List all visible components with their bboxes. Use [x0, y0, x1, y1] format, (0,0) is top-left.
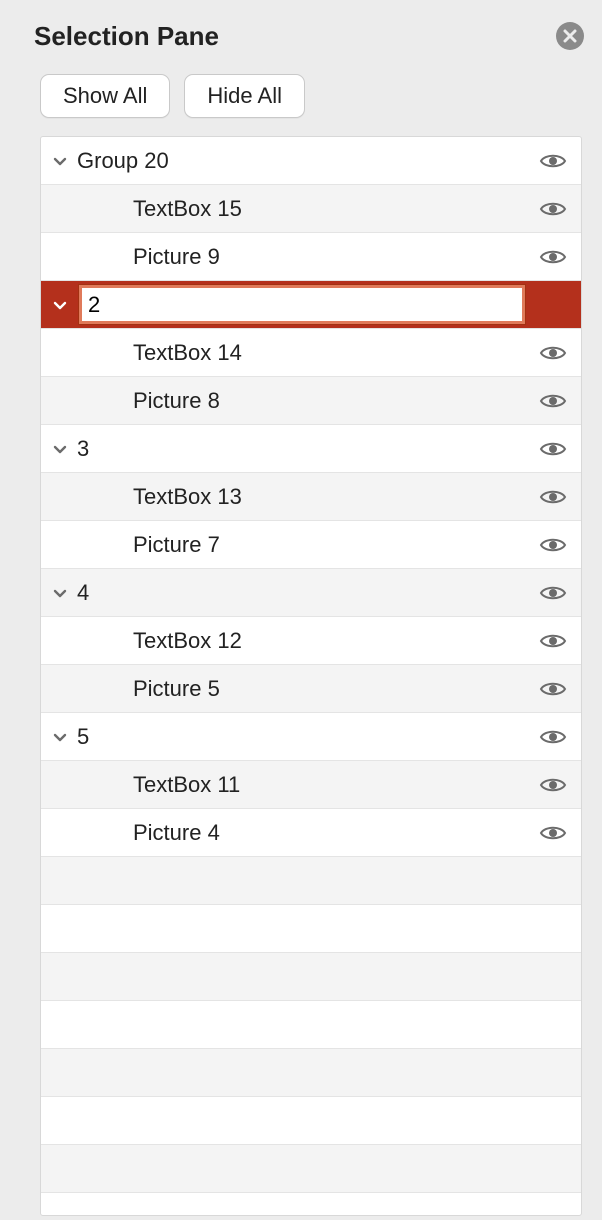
item-label: TextBox 12 — [73, 628, 525, 654]
visibility-toggle[interactable] — [525, 482, 581, 512]
expand-toggle[interactable] — [41, 153, 73, 169]
close-button[interactable] — [556, 22, 584, 50]
group-row[interactable] — [41, 281, 581, 329]
item-label: 5 — [73, 724, 525, 750]
rename-input[interactable] — [79, 285, 525, 324]
group-row[interactable]: Group 20 — [41, 137, 581, 185]
expand-toggle[interactable] — [41, 729, 73, 745]
item-label: TextBox 11 — [73, 772, 525, 798]
visibility-toggle[interactable] — [525, 626, 581, 656]
item-label: Group 20 — [73, 148, 525, 174]
item-label: Picture 7 — [73, 532, 525, 558]
selection-pane: Selection Pane Show All Hide All Group 2… — [0, 0, 602, 1220]
visibility-toggle[interactable] — [525, 770, 581, 800]
object-row[interactable]: Picture 5 — [41, 665, 581, 713]
item-label: Picture 8 — [73, 388, 525, 414]
object-row[interactable]: TextBox 11 — [41, 761, 581, 809]
show-all-button[interactable]: Show All — [40, 74, 170, 118]
item-label: TextBox 15 — [73, 196, 525, 222]
selection-list[interactable]: Group 20 TextBox 15 Picture 9 TextBox 14 Pic… — [40, 136, 582, 1216]
group-row[interactable]: 3 — [41, 425, 581, 473]
visibility-toggle[interactable] — [525, 338, 581, 368]
visibility-toggle[interactable] — [525, 242, 581, 272]
object-row[interactable]: Picture 4 — [41, 809, 581, 857]
empty-row — [41, 857, 581, 905]
item-label: 3 — [73, 436, 525, 462]
object-row[interactable]: TextBox 15 — [41, 185, 581, 233]
item-label: Picture 5 — [73, 676, 525, 702]
object-row[interactable]: TextBox 13 — [41, 473, 581, 521]
item-label: TextBox 14 — [73, 340, 525, 366]
empty-row — [41, 1145, 581, 1193]
item-label: Picture 4 — [73, 820, 525, 846]
empty-row — [41, 953, 581, 1001]
empty-row — [41, 1001, 581, 1049]
object-row[interactable]: TextBox 14 — [41, 329, 581, 377]
visibility-toggle[interactable] — [525, 578, 581, 608]
expand-toggle[interactable] — [41, 297, 73, 313]
close-icon — [563, 29, 577, 43]
visibility-toggle[interactable] — [525, 434, 581, 464]
expand-toggle[interactable] — [41, 585, 73, 601]
empty-row — [41, 1049, 581, 1097]
visibility-toggle[interactable] — [525, 674, 581, 704]
object-row[interactable]: Picture 9 — [41, 233, 581, 281]
group-row[interactable]: 5 — [41, 713, 581, 761]
empty-row — [41, 1097, 581, 1145]
object-row[interactable]: Picture 8 — [41, 377, 581, 425]
item-label: TextBox 13 — [73, 484, 525, 510]
visibility-toggle[interactable] — [525, 530, 581, 560]
visibility-toggle[interactable] — [525, 194, 581, 224]
item-label: 4 — [73, 580, 525, 606]
toolbar: Show All Hide All — [0, 60, 602, 136]
group-row[interactable]: 4 — [41, 569, 581, 617]
visibility-toggle[interactable] — [525, 722, 581, 752]
visibility-toggle[interactable] — [525, 818, 581, 848]
visibility-toggle[interactable] — [525, 146, 581, 176]
visibility-toggle[interactable] — [525, 386, 581, 416]
hide-all-button[interactable]: Hide All — [184, 74, 305, 118]
object-row[interactable]: TextBox 12 — [41, 617, 581, 665]
empty-row — [41, 905, 581, 953]
expand-toggle[interactable] — [41, 441, 73, 457]
pane-title: Selection Pane — [34, 21, 219, 52]
item-label: Picture 9 — [73, 244, 525, 270]
object-row[interactable]: Picture 7 — [41, 521, 581, 569]
pane-header: Selection Pane — [0, 0, 602, 60]
